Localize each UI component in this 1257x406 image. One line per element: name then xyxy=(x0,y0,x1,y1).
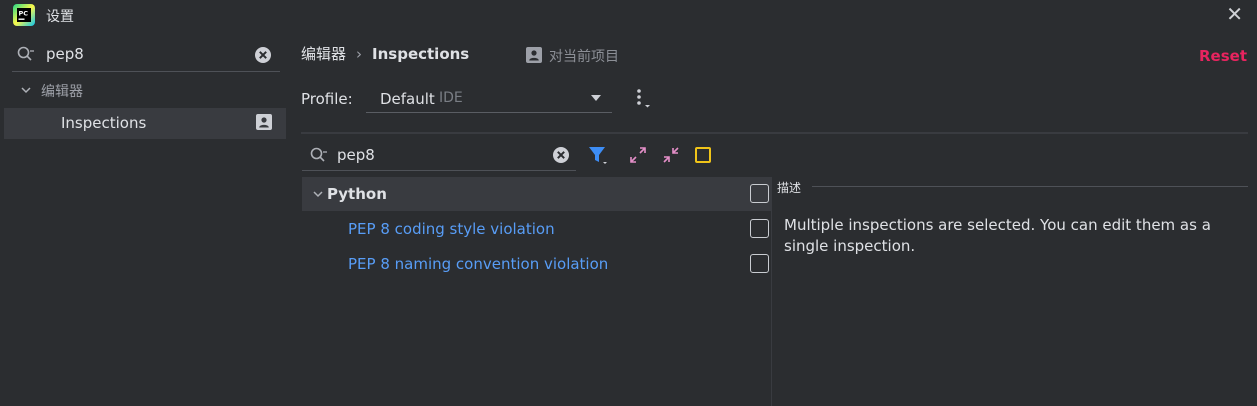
profile-value: Default xyxy=(380,90,435,108)
inspection-row[interactable]: PEP 8 naming convention violation xyxy=(302,247,772,281)
inspection-tree: Python PEP 8 coding style violation PEP … xyxy=(302,177,772,406)
project-scope-icon xyxy=(256,114,272,130)
tree-item-label: Inspections xyxy=(61,114,147,132)
inspection-row[interactable]: PEP 8 coding style violation xyxy=(302,212,772,246)
description-divider xyxy=(812,186,1248,187)
svg-text:PC: PC xyxy=(19,10,29,18)
title-bar: PC 设置 ✕ xyxy=(0,0,1257,30)
expand-all-icon[interactable] xyxy=(627,144,649,166)
filter-icon[interactable] xyxy=(587,144,609,166)
tree-group-python[interactable]: Python xyxy=(302,177,772,211)
group-label: Python xyxy=(327,185,387,203)
close-icon[interactable]: ✕ xyxy=(1226,4,1243,24)
inspection-checkbox[interactable] xyxy=(750,254,769,273)
profile-scope: IDE xyxy=(439,90,463,106)
inspection-link[interactable]: PEP 8 coding style violation xyxy=(348,220,555,238)
tree-group-label: 编辑器 xyxy=(41,84,83,100)
breadcrumb-parent[interactable]: 编辑器 xyxy=(301,45,346,63)
scope-text: 对当前项目 xyxy=(549,49,619,65)
clear-search-icon[interactable] xyxy=(254,46,272,64)
inspections-search-field[interactable]: pep8 xyxy=(302,141,576,171)
chevron-down-icon[interactable] xyxy=(312,188,324,200)
search-icon xyxy=(17,46,34,61)
python-group-checkbox[interactable] xyxy=(750,184,769,203)
tree-item-inspections[interactable]: Inspections xyxy=(4,108,286,139)
settings-search-input[interactable]: pep8 xyxy=(46,45,84,63)
window-title: 设置 xyxy=(46,9,74,25)
collapse-all-icon[interactable] xyxy=(660,144,682,166)
profile-dropdown[interactable]: Default IDE xyxy=(366,85,612,113)
highlight-box-icon[interactable] xyxy=(692,144,714,166)
inspection-checkbox[interactable] xyxy=(750,219,769,238)
inspections-search-input[interactable]: pep8 xyxy=(337,146,375,164)
breadcrumb-current: Inspections xyxy=(372,45,470,63)
clear-search-icon[interactable] xyxy=(552,146,570,164)
breadcrumb-separator: › xyxy=(356,45,363,63)
dropdown-arrow-icon xyxy=(591,95,601,101)
description-heading: 描述 xyxy=(777,181,802,195)
tree-group-editor[interactable]: 编辑器 xyxy=(4,76,286,106)
chevron-down-icon[interactable] xyxy=(20,84,32,96)
project-scope-icon xyxy=(526,47,542,63)
settings-search-field[interactable]: pep8 xyxy=(12,40,280,72)
description-text: Multiple inspections are selected. You c… xyxy=(784,216,1211,255)
more-actions-icon[interactable] xyxy=(634,88,652,110)
divider xyxy=(301,132,1248,134)
settings-sidebar: pep8 编辑器 Inspections xyxy=(0,30,292,406)
pycharm-logo-icon: PC xyxy=(13,4,35,26)
breadcrumb: 编辑器 › Inspections xyxy=(301,43,469,64)
inspection-link[interactable]: PEP 8 naming convention violation xyxy=(348,255,608,273)
search-icon xyxy=(310,147,327,162)
reset-link[interactable]: Reset xyxy=(1199,47,1247,65)
profile-label: Profile: xyxy=(301,90,353,108)
